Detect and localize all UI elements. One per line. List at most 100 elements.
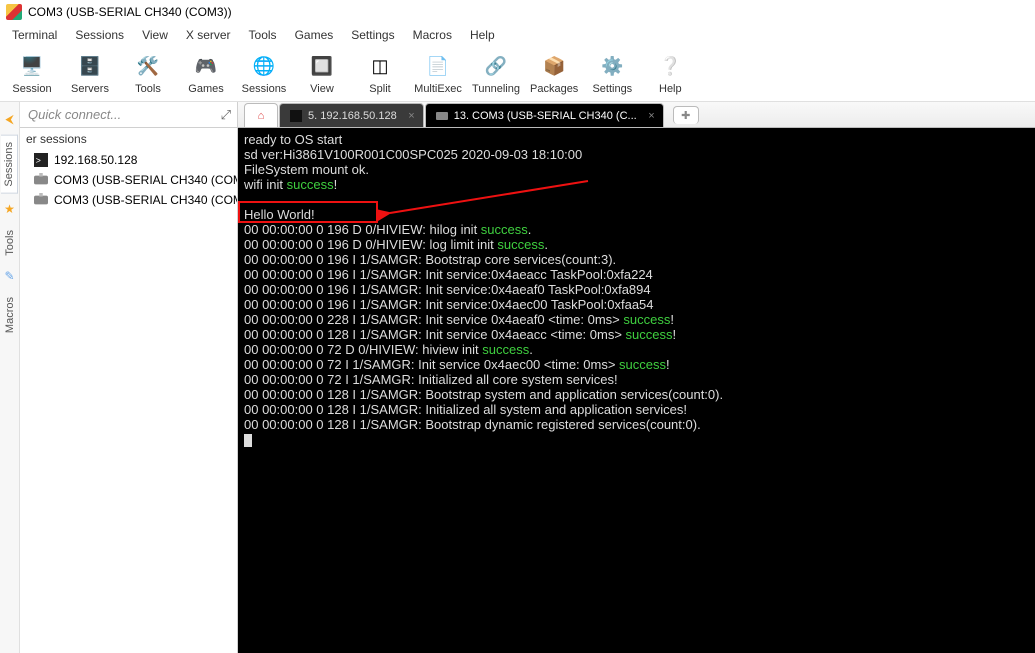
toolbar-tools-button[interactable]: 🛠️ Tools: [124, 53, 172, 95]
tab-label: 5. 192.168.50.128: [308, 110, 397, 122]
toolbar: 🖥️Session 🗄️ Servers 🛠️ Tools 🎮 Games 🌐 Sessions…: [0, 46, 1035, 102]
menu-games[interactable]: Games: [287, 26, 342, 44]
terminal-line: wifi init success!: [244, 177, 1029, 192]
multiexec-icon: 📄: [424, 53, 452, 81]
toolbar-label: Settings: [592, 83, 632, 95]
quick-connect-input[interactable]: Quick connect... ⤢: [20, 102, 237, 128]
session-item[interactable]: COM3 (USB-SERIAL CH340 (COM3)): [20, 170, 237, 190]
toolbar-label: Help: [659, 83, 682, 95]
serial-icon: [34, 173, 48, 187]
view-icon: 🔲: [308, 53, 336, 81]
close-icon[interactable]: ×: [408, 110, 414, 122]
new-tab-button[interactable]: ✚: [673, 106, 699, 124]
toolbar-tunneling-button[interactable]: 🔗 Tunneling: [472, 53, 520, 95]
terminal-line: [244, 192, 1029, 207]
rail-collapse-icon[interactable]: ⮜: [5, 112, 14, 127]
close-icon[interactable]: ×: [648, 110, 654, 122]
terminal-line: FileSystem mount ok.: [244, 162, 1029, 177]
toolbar-label: View: [310, 83, 334, 95]
session-tab[interactable]: 5. 192.168.50.128 ×: [279, 103, 424, 127]
toolbar-session-button[interactable]: 🖥️Session: [8, 53, 56, 95]
app-icon: [6, 4, 22, 20]
menu-x-server[interactable]: X server: [178, 26, 239, 44]
menu-view[interactable]: View: [134, 26, 176, 44]
terminal-line: 00 00:00:00 0 196 I 1/SAMGR: Bootstrap c…: [244, 252, 1029, 267]
terminal-line: 00 00:00:00 0 72 D 0/HIVIEW: hiview init…: [244, 342, 1029, 357]
terminal-line: 00 00:00:00 0 128 I 1/SAMGR: Init servic…: [244, 327, 1029, 342]
menu-help[interactable]: Help: [462, 26, 503, 44]
tab-strip: ⌂5. 192.168.50.128×13. COM3 (USB-SERIAL …: [238, 102, 1035, 128]
svg-text:>: >: [36, 156, 41, 166]
title-bar: COM3 (USB-SERIAL CH340 (COM3)): [0, 0, 1035, 24]
settings-icon: ⚙️: [598, 53, 626, 81]
quick-connect-placeholder: Quick connect...: [28, 107, 121, 122]
menu-terminal[interactable]: Terminal: [4, 26, 65, 44]
session-icon: 🖥️: [18, 53, 46, 81]
split-icon: ◫: [366, 53, 394, 81]
terminal-line: 00 00:00:00 0 128 I 1/SAMGR: Bootstrap d…: [244, 417, 1029, 432]
menu-settings[interactable]: Settings: [343, 26, 402, 44]
toolbar-label: Tools: [135, 83, 161, 95]
toolbar-sessions-button[interactable]: 🌐 Sessions: [240, 53, 288, 95]
toolbar-split-button[interactable]: ◫Split: [356, 53, 404, 95]
ssh-icon: >: [34, 153, 48, 167]
toolbar-label: Servers: [71, 83, 109, 95]
toolbar-multiexec-button[interactable]: 📄MultiExec: [414, 53, 462, 95]
terminal-line: 00 00:00:00 0 196 I 1/SAMGR: Init servic…: [244, 282, 1029, 297]
rail-tab-macros[interactable]: Macros: [2, 291, 18, 339]
toolbar-packages-button[interactable]: 📦 Packages: [530, 53, 578, 95]
terminal-line: 00 00:00:00 0 72 I 1/SAMGR: Init service…: [244, 357, 1029, 372]
terminal-line: 00 00:00:00 0 72 I 1/SAMGR: Initialized …: [244, 372, 1029, 387]
sessions-header: er sessions: [20, 128, 237, 150]
games-icon: 🎮: [192, 53, 220, 81]
session-item[interactable]: >192.168.50.128: [20, 150, 237, 170]
menu-tools[interactable]: Tools: [241, 26, 285, 44]
rail-tab-tools[interactable]: Tools: [2, 224, 18, 262]
serial-icon: [34, 193, 48, 207]
toolbar-servers-button[interactable]: 🗄️ Servers: [66, 53, 114, 95]
terminal-cursor: [244, 434, 252, 447]
toolbar-label: Packages: [530, 83, 578, 95]
plus-icon: ✚: [681, 109, 690, 122]
toolbar-help-button[interactable]: ❔Help: [646, 53, 694, 95]
star-icon: ★: [4, 202, 15, 216]
toolbar-label: Sessions: [242, 83, 287, 95]
sessions-icon: 🌐: [250, 53, 278, 81]
toolbar-label: Games: [188, 83, 223, 95]
packages-icon: 📦: [540, 53, 568, 81]
terminal-line: 00 00:00:00 0 228 I 1/SAMGR: Init servic…: [244, 312, 1029, 327]
sessions-sidebar: Quick connect... ⤢ er sessions >192.168.…: [20, 102, 238, 653]
session-tab[interactable]: 13. COM3 (USB-SERIAL CH340 (C... ×: [425, 103, 664, 127]
rail-tab-sessions[interactable]: Sessions: [1, 135, 18, 194]
brush-icon: ✎: [4, 269, 14, 283]
session-item-label: COM3 (USB-SERIAL CH340 (COM3)): [54, 173, 237, 187]
terminal-line: 00 00:00:00 0 196 D 0/HIVIEW: hilog init…: [244, 222, 1029, 237]
serial-icon: [436, 110, 448, 122]
content-area: ⌂5. 192.168.50.128×13. COM3 (USB-SERIAL …: [238, 102, 1035, 653]
menu-macros[interactable]: Macros: [405, 26, 460, 44]
terminal-line: 00 00:00:00 0 128 I 1/SAMGR: Initialized…: [244, 402, 1029, 417]
window-title: COM3 (USB-SERIAL CH340 (COM3)): [28, 5, 232, 19]
menu-bar: TerminalSessionsViewX serverToolsGamesSe…: [0, 24, 1035, 46]
tab-label: 13. COM3 (USB-SERIAL CH340 (C...: [454, 110, 637, 122]
home-tab[interactable]: ⌂: [244, 103, 278, 127]
toolbar-view-button[interactable]: 🔲 View: [298, 53, 346, 95]
expand-icon[interactable]: ⤢: [221, 107, 231, 123]
toolbar-label: Tunneling: [472, 83, 520, 95]
terminal-output[interactable]: ready to OS startsd ver:Hi3861V100R001C0…: [238, 128, 1035, 653]
terminal-line: Hello World!: [244, 207, 1029, 222]
left-rail: ⮜ Sessions ★ Tools ✎ Macros: [0, 102, 20, 653]
terminal-line: sd ver:Hi3861V100R001C00SPC025 2020-09-0…: [244, 147, 1029, 162]
tunneling-icon: 🔗: [482, 53, 510, 81]
terminal-line: 00 00:00:00 0 196 I 1/SAMGR: Init servic…: [244, 297, 1029, 312]
session-item[interactable]: COM3 (USB-SERIAL CH340 (COM3)) (1): [20, 190, 237, 210]
servers-icon: 🗄️: [76, 53, 104, 81]
home-icon: ⌂: [258, 110, 265, 122]
toolbar-settings-button[interactable]: ⚙️ Settings: [588, 53, 636, 95]
session-item-label: COM3 (USB-SERIAL CH340 (COM3)) (1): [54, 193, 237, 207]
menu-sessions[interactable]: Sessions: [67, 26, 132, 44]
terminal-line: ready to OS start: [244, 132, 1029, 147]
toolbar-games-button[interactable]: 🎮 Games: [182, 53, 230, 95]
terminal-line: 00 00:00:00 0 196 I 1/SAMGR: Init servic…: [244, 267, 1029, 282]
tools-icon: 🛠️: [134, 53, 162, 81]
